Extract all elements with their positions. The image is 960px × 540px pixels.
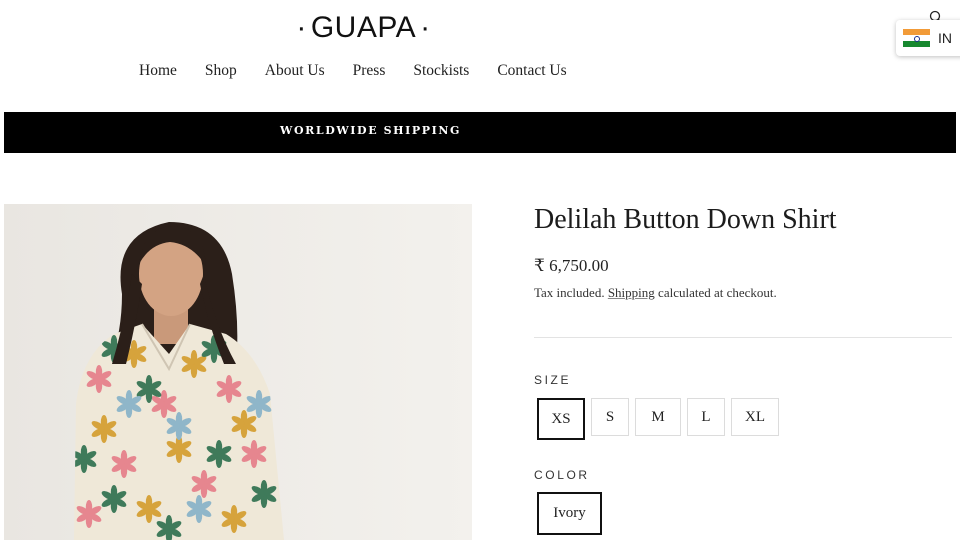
country-code: IN (938, 30, 952, 46)
product-photo-illustration (4, 204, 472, 540)
nav-home[interactable]: Home (139, 62, 177, 80)
size-label: SIZE (534, 373, 572, 387)
main-nav: Home Shop About Us Press Stockists Conta… (139, 62, 567, 80)
nav-contact-us[interactable]: Contact Us (497, 62, 566, 80)
india-flag-icon (903, 29, 930, 47)
nav-stockists[interactable]: Stockists (413, 62, 469, 80)
announcement-bar: WORLDWIDE SHIPPING (4, 112, 956, 153)
size-option-xs[interactable]: XS (537, 398, 585, 440)
divider (534, 337, 952, 338)
size-option-l[interactable]: L (687, 398, 725, 436)
logo-text: GUAPA (310, 11, 417, 44)
nav-press[interactable]: Press (353, 62, 386, 80)
size-options: XS S M L XL (537, 398, 779, 440)
brand-logo[interactable]: · GUAPA · (296, 10, 431, 46)
product-title: Delilah Button Down Shirt (534, 204, 837, 235)
nav-shop[interactable]: Shop (205, 62, 237, 80)
size-option-s[interactable]: S (591, 398, 629, 436)
product-image[interactable] (4, 204, 472, 540)
nav-about-us[interactable]: About Us (265, 62, 325, 80)
logo-dot-left: · (296, 11, 307, 44)
color-option-ivory[interactable]: Ivory (537, 492, 602, 535)
size-option-m[interactable]: M (635, 398, 681, 436)
tax-note: Tax included. Shipping calculated at che… (534, 285, 777, 301)
tax-suffix: calculated at checkout. (658, 285, 777, 300)
color-options: Ivory (537, 492, 602, 535)
size-option-xl[interactable]: XL (731, 398, 779, 436)
shipping-link[interactable]: Shipping (608, 285, 655, 300)
country-selector[interactable]: IN (896, 20, 960, 56)
tax-prefix: Tax included. (534, 285, 605, 300)
announcement-text: WORLDWIDE SHIPPING (280, 124, 462, 137)
color-label: COLOR (534, 468, 590, 482)
logo-dot-right: · (420, 11, 431, 44)
product-price: ₹ 6,750.00 (534, 256, 609, 275)
